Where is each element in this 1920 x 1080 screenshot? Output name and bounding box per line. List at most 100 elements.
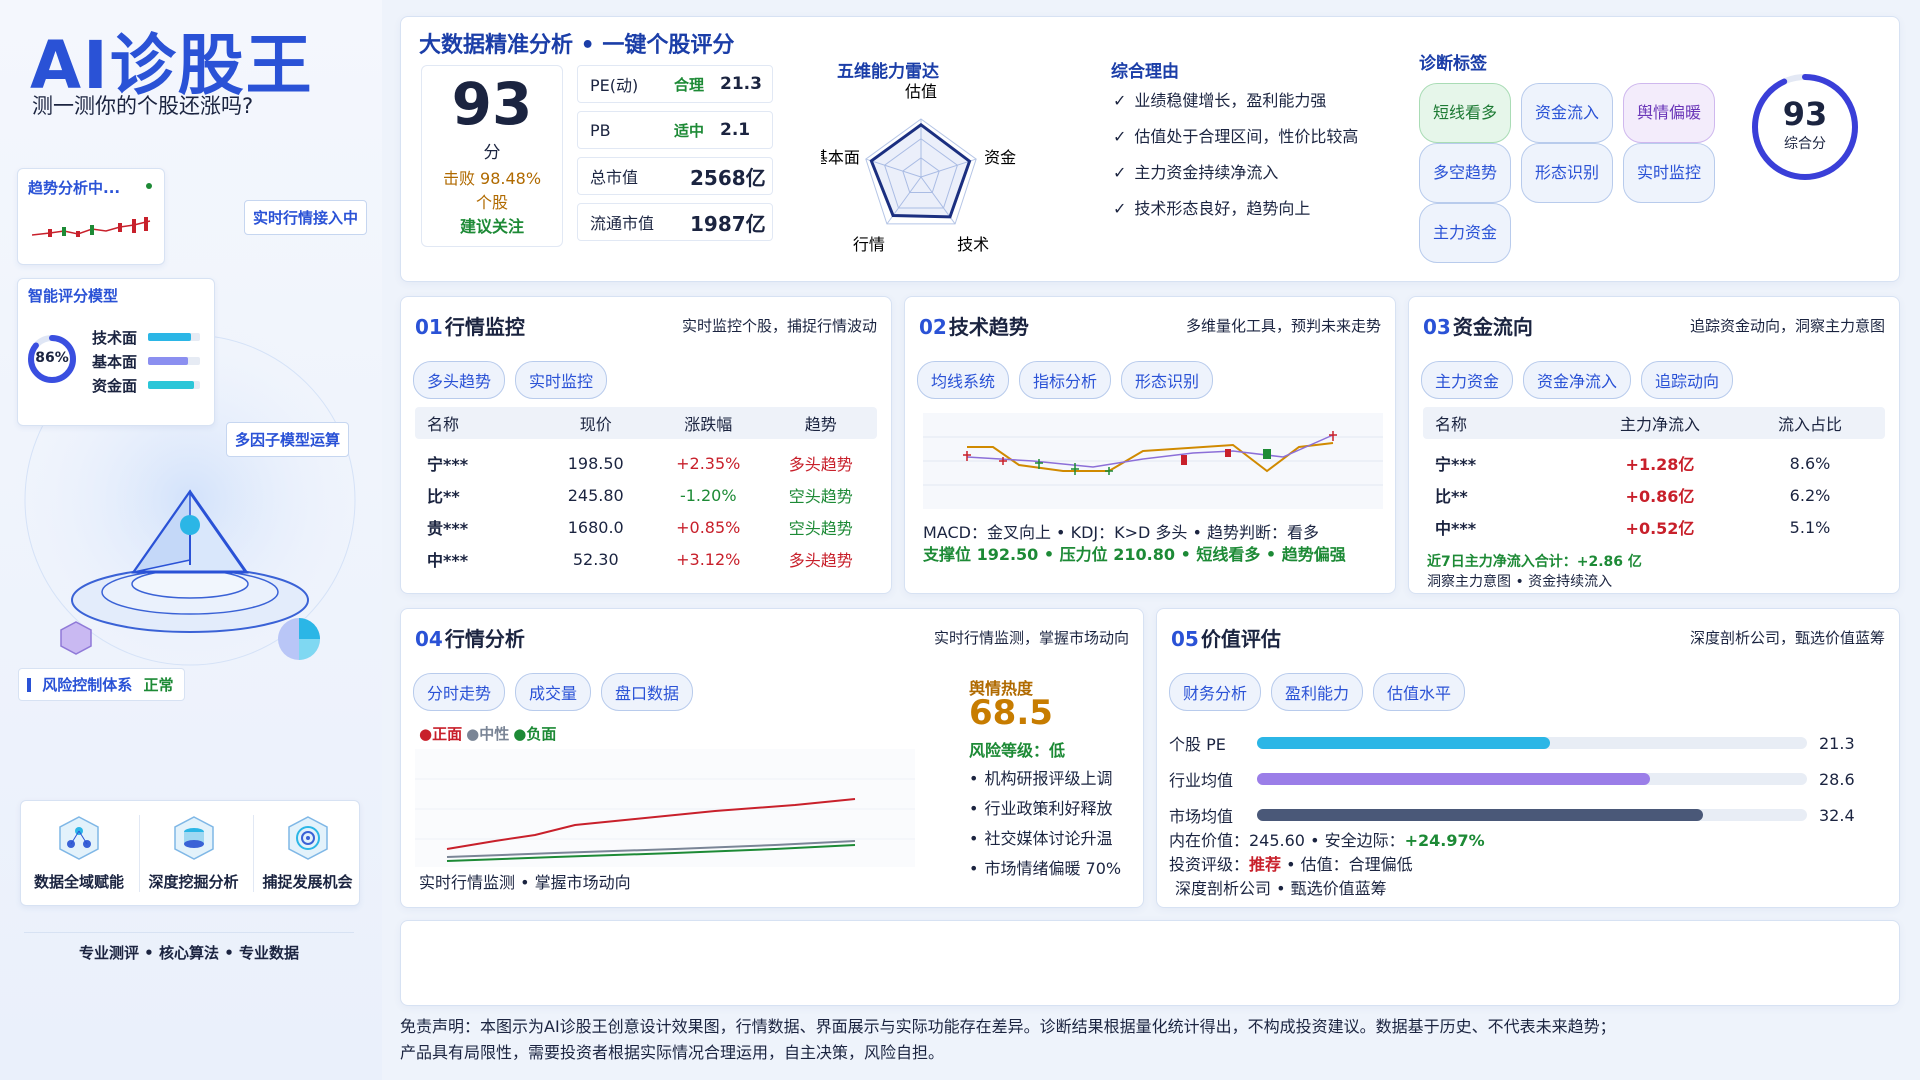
market-caption: 实时行情监测 • 掌握市场动向	[419, 873, 631, 892]
factor-bar-fill	[148, 333, 191, 341]
cell-price: 198.50	[567, 453, 624, 473]
tag-pill[interactable]: 盈利能力	[1271, 673, 1364, 711]
tag-pill[interactable]: 多头趋势	[413, 361, 506, 399]
cell-change: +0.85%	[676, 517, 741, 537]
metric-label: 流通市值	[590, 214, 655, 233]
table-row[interactable]: 中*** +0.52亿 5.1%	[1423, 511, 1885, 543]
rating-label: 投资评级：	[1169, 855, 1250, 874]
cell-price: 1680.0	[567, 517, 624, 537]
feature-label: 数据全域赋能	[33, 873, 124, 891]
tag-pill[interactable]: 形态识别	[1521, 143, 1614, 203]
feature-analysis[interactable]: 深度挖掘分析	[139, 815, 247, 892]
pe-bar-row: 个股 PE 21.3	[1169, 725, 1889, 761]
factor-bar	[148, 381, 200, 389]
section-subtitle: 实时行情监测，掌握市场动向	[933, 629, 1129, 647]
trend-card[interactable]: 趋势分析中...	[17, 168, 165, 265]
risk-value: 正常	[143, 676, 174, 694]
cell-name: 宁***	[427, 455, 469, 474]
feature-opportunity[interactable]: 捕捉发展机会	[253, 815, 361, 892]
tag-pill[interactable]: 均线系统	[917, 361, 1010, 399]
tag-pill[interactable]: 分时走势	[413, 673, 506, 711]
table-header: 名称 现价 涨跌幅 趋势	[415, 407, 877, 439]
intrinsic-value: 内在价值：245.60 • 安全边际：+24.97%	[1169, 827, 1485, 851]
table-row[interactable]: 比** +0.86亿 6.2%	[1423, 479, 1885, 511]
factor-bar-fill	[148, 357, 188, 365]
rating-valuation: • 估值：合理偏低	[1281, 855, 1413, 874]
model-card[interactable]: 智能评分模型 86% 技术面 基本面 资金面	[17, 278, 215, 426]
score-ring-value: 86%	[35, 350, 69, 366]
bullet-dot: •	[969, 859, 979, 878]
table-row[interactable]: 贵*** 1680.0 +0.85% 空头趋势	[415, 511, 877, 543]
heat-bullet: • 行业政策利好释放	[969, 795, 1121, 819]
table-row[interactable]: 中*** 52.30 +3.12% 多头趋势	[415, 543, 877, 575]
tag-pill[interactable]: 形态识别	[1121, 361, 1214, 399]
cell-trend: 多头趋势	[788, 551, 853, 570]
tag-pill[interactable]: 短线看多	[1419, 83, 1512, 143]
sentiment-legend: ●正面 ●中性 ●负面	[419, 723, 560, 744]
table-row[interactable]: 宁*** +1.28亿 8.6%	[1423, 447, 1885, 479]
tag-pill[interactable]: 资金流入	[1521, 83, 1614, 143]
tag-pill[interactable]: 追踪动向	[1641, 361, 1734, 399]
pe-bar-label: 个股 PE	[1169, 735, 1226, 754]
cell-net-inflow: +0.86亿	[1625, 487, 1695, 506]
score-overview-card: 大数据精准分析 • 一键个股评分 93 分 击败 98.48% 个股 建议关注 …	[400, 16, 1900, 282]
score-advice: 建议关注	[459, 217, 524, 236]
radar-axis-label: 技术	[957, 235, 989, 254]
cell-net-inflow: +1.28亿	[1625, 455, 1695, 474]
status-dot	[146, 183, 152, 189]
tag-pill[interactable]: 指标分析	[1019, 361, 1112, 399]
feature-label: 深度挖掘分析	[148, 873, 239, 891]
section-pills: 均线系统 指标分析 形态识别	[917, 361, 1223, 399]
section-pills: 财务分析 盈利能力 估值水平	[1169, 673, 1475, 711]
metric-label: 总市值	[590, 168, 639, 187]
fund-note: 洞察主力意图 • 资金持续流入	[1427, 574, 1613, 590]
disclaimer-line-1: 免责声明：本图示为AI诊股王创意设计效果图，行情数据、界面展示与实际功能存在差异…	[400, 1017, 1616, 1036]
feature-label: 捕捉发展机会	[262, 873, 353, 891]
tag-pill[interactable]: 实时监控	[1623, 143, 1716, 203]
tag-pill[interactable]: 舆情偏暖	[1623, 83, 1716, 143]
reason-item: ✓ 主力资金持续净流入	[1113, 159, 1358, 183]
tag-pill[interactable]: 盘口数据	[601, 673, 694, 711]
model-factor-row: 技术面	[92, 325, 210, 349]
col-trend: 趋势	[804, 415, 837, 434]
reasons-list: ✓ 业绩稳健增长，盈利能力强 ✓ 估值处于合理区间，性价比较高 ✓ 主力资金持续净流入 ✓ 技…	[1113, 87, 1358, 231]
table-row[interactable]: 宁*** 198.50 +2.35% 多头趋势	[415, 447, 877, 479]
tag-pill[interactable]: 实时监控	[515, 361, 608, 399]
factor-bar-fill	[148, 381, 194, 389]
model-factor-row: 基本面	[92, 349, 210, 373]
cell-net-inflow: +0.52亿	[1625, 519, 1695, 538]
safety-margin: +24.97%	[1404, 831, 1485, 850]
tag-pill[interactable]: 估值水平	[1373, 673, 1466, 711]
feature-data[interactable]: 数据全域赋能	[25, 815, 133, 892]
table-row[interactable]: 比** 245.80 -1.20% 空头趋势	[415, 479, 877, 511]
sentiment-chart	[415, 749, 915, 867]
valuation-tagline: 深度剖析公司 • 甄选价值蓝筹	[1175, 879, 1387, 898]
bullet-dot: •	[969, 829, 979, 848]
heat-value: 68.5	[969, 693, 1053, 733]
tag-pill[interactable]: 成交量	[515, 673, 592, 711]
tag-pill[interactable]: 财务分析	[1169, 673, 1262, 711]
overall-label: 综合分	[1784, 136, 1826, 152]
metric-row: 总市值 2568亿	[577, 157, 773, 195]
slogan: 专业测评 • 核心算法 • 专业数据	[78, 944, 300, 962]
tag-pill[interactable]: 多空趋势	[1419, 143, 1512, 203]
section-number: 04	[415, 627, 443, 651]
metric-row: PE(动) 合理 21.3	[577, 65, 773, 103]
tag-pill[interactable]: 资金净流入	[1523, 361, 1632, 399]
tag-pill[interactable]: 主力资金	[1421, 361, 1514, 399]
bullet-dot: •	[969, 799, 979, 818]
tag-pill[interactable]: 主力资金	[1419, 203, 1512, 263]
cell-trend: 多头趋势	[788, 455, 853, 474]
score-beat-unit: 个股	[475, 193, 508, 212]
heat-risk: 风险等级：低	[969, 737, 1065, 761]
section-title-text: 技术趋势	[948, 315, 1029, 339]
table-header: 名称 主力净流入 流入占比	[1423, 407, 1885, 439]
cell-change: -1.20%	[679, 485, 737, 505]
pe-comparison-bars: 个股 PE 21.3 行业均值 28.6 市场均值 32.4	[1169, 725, 1889, 833]
bullet-dot: •	[969, 769, 979, 788]
reason-item: ✓ 估值处于合理区间，性价比较高	[1113, 123, 1358, 147]
overall-score: 93	[1782, 95, 1828, 133]
cell-name: 中***	[1435, 519, 1477, 538]
check-icon: ✓	[1113, 127, 1127, 146]
bullet-text: 社交媒体讨论升温	[984, 829, 1113, 848]
